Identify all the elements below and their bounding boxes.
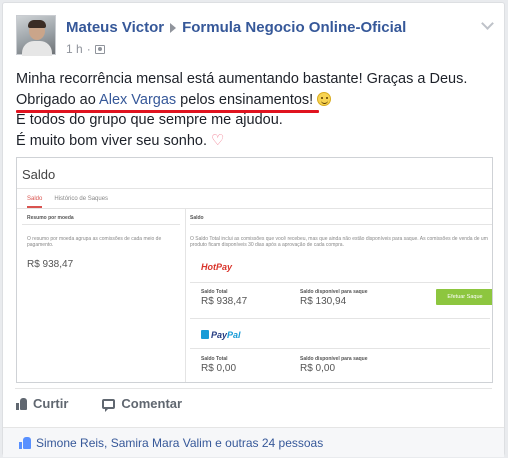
post-line-4: É muito bom viver seu sonho. ♡ (16, 131, 225, 149)
likes-thumb-icon (19, 437, 31, 449)
chevron-down-icon[interactable] (481, 17, 494, 30)
hotpay-available-label: Saldo disponível para saque (300, 289, 368, 295)
embed-tabs: Saldo Histórico de Saques (27, 196, 109, 208)
audience-icon[interactable] (94, 45, 105, 54)
paypal-available-label: Saldo disponível para saque (300, 356, 368, 362)
embedded-screenshot[interactable]: Saldo Saldo Histórico de Saques Resumo po… (16, 157, 493, 383)
likes-row: Simone Reis, Samira Mara Valim e outras … (3, 427, 504, 457)
embed-left-desc: O resumo por moeda agrupa as comissões d… (27, 236, 162, 248)
post-line-2: Obrigado ao Alex Vargas pelos ensinament… (16, 90, 496, 113)
embed-left-value: R$ 938,47 (27, 259, 74, 270)
post-line-3: E todos do grupo que sempre me ajudou. (16, 112, 283, 128)
hotpay-logo: HotPay (201, 262, 233, 272)
post-card: Mateus Victor Formula Negocio Online-Ofic… (2, 2, 505, 457)
smiley-icon (317, 91, 332, 106)
like-button[interactable]: Curtir (16, 396, 68, 411)
hotpay-available-value: R$ 130,94 (300, 296, 347, 307)
embed-title: Saldo (22, 167, 56, 182)
hotpay-total-value: R$ 938,47 (201, 296, 248, 307)
likes-summary[interactable]: Simone Reis, Samira Mara Valim e outras … (19, 436, 323, 450)
embed-left-col-title: Resumo por moeda (27, 215, 74, 221)
mention-link[interactable]: Alex Vargas (99, 92, 176, 108)
comment-icon (102, 399, 116, 412)
post-line-1: Minha recorrência mensal está aumentando… (16, 71, 468, 87)
meta-separator: · (86, 42, 91, 56)
timestamp[interactable]: 1 h (66, 42, 83, 56)
caret-right-icon (170, 22, 177, 33)
withdraw-button: Efetuar Saque (436, 289, 492, 305)
paypal-available-value: R$ 0,00 (300, 363, 336, 374)
post-text: Minha recorrência mensal está aumentando… (16, 69, 496, 151)
author-link[interactable]: Mateus Victor (66, 19, 164, 36)
post-meta: 1 h · (66, 42, 105, 56)
embed-tab-saldo: Saldo (27, 196, 43, 208)
post-header-names: Mateus Victor Formula Negocio Online-Ofic… (66, 19, 406, 36)
avatar[interactable] (16, 15, 56, 56)
group-link[interactable]: Formula Negocio Online-Oficial (182, 19, 406, 36)
comment-button[interactable]: Comentar (102, 396, 182, 412)
paypal-logo: PayPal (201, 330, 241, 340)
paypal-total-value: R$ 0,00 (201, 363, 237, 374)
post-actions: Curtir Comentar (16, 396, 216, 412)
paypal-total-label: Saldo Total (201, 356, 228, 362)
highlight-underline: Obrigado ao Alex Vargas pelos ensinament… (16, 90, 320, 113)
heart-icon: ♡ (211, 131, 225, 149)
hotpay-total-label: Saldo Total (201, 289, 228, 295)
embed-tab-historico: Histórico de Saques (54, 196, 109, 202)
embed-right-col-title: Saldo (190, 215, 204, 221)
like-icon (16, 398, 27, 410)
embed-right-desc: O Saldo Total inclui as comissões que vo… (190, 236, 488, 248)
